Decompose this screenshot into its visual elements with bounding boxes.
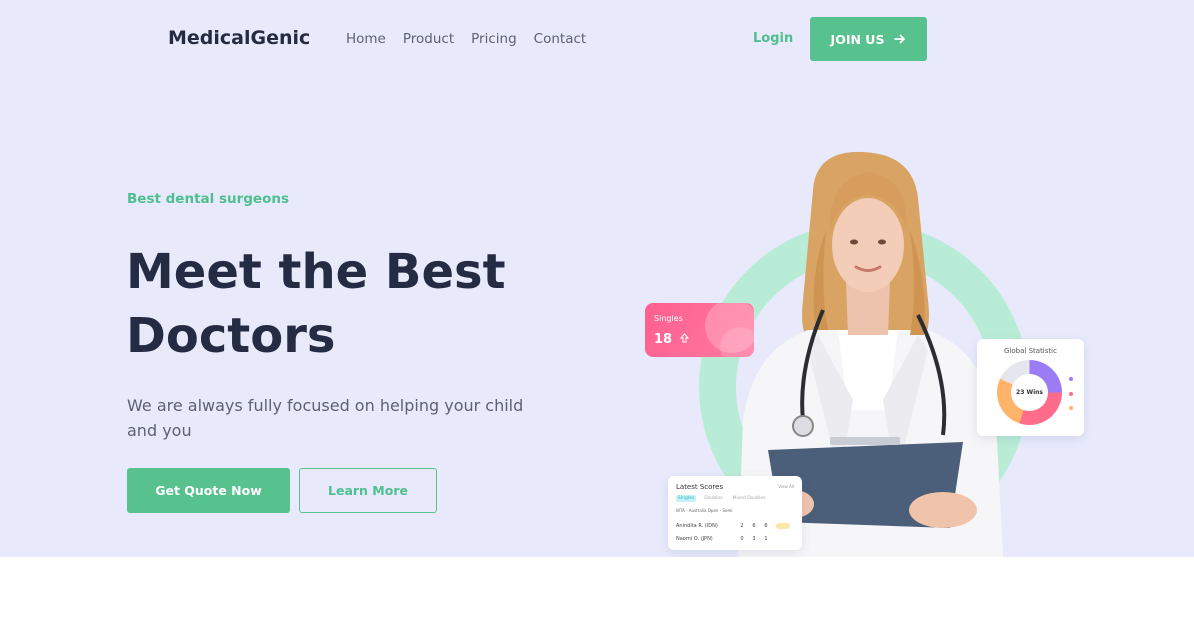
nav-pricing[interactable]: Pricing (471, 31, 517, 47)
set-score: 1 (764, 536, 768, 542)
set-score: 3 (752, 536, 756, 542)
hero-subtext: We are always fully focused on helping y… (127, 396, 524, 440)
tab-singles[interactable]: Singles (676, 495, 697, 502)
legend-dot (1069, 392, 1073, 396)
arrow-right-icon (894, 34, 906, 44)
global-statistic-card: Global Statistic 23 Wins (977, 339, 1084, 436)
legend-dot (1069, 377, 1073, 381)
score-row: Anindita R. (IDN) 2 6 6 (676, 523, 794, 529)
set-score: 6 (752, 523, 756, 529)
singles-card: Singles 18 (645, 303, 754, 357)
latest-scores-title: Latest Scores (676, 483, 724, 491)
join-us-label: JOIN US (830, 31, 885, 47)
get-quote-button[interactable]: Get Quote Now (127, 468, 290, 513)
hero-headline: Meet the Best Doctors (126, 240, 596, 368)
tab-doubles[interactable]: Doubles (702, 495, 724, 502)
score-row: Naomi O. (JPN) 0 3 1 (676, 536, 794, 542)
login-link[interactable]: Login (753, 31, 793, 46)
set-score: 6 (764, 523, 768, 529)
singles-value-row: 18 (654, 332, 689, 347)
singles-label: Singles (654, 314, 683, 323)
wins-value: 23 Wins (1016, 389, 1043, 396)
match-title: WTA - Australia Open - Semi (676, 508, 733, 513)
player-name: Naomi O. (JPN) (676, 536, 713, 542)
main-nav: Home Product Pricing Contact (346, 31, 586, 47)
donut-center: 23 Wins (1011, 374, 1048, 411)
tab-mixed-doubles[interactable]: Mixed Doubles (730, 495, 767, 502)
latest-scores-card: Latest Scores View All Singles Doubles M… (668, 476, 802, 550)
global-statistic-label: Global Statistic (1004, 347, 1057, 355)
brand-logo[interactable]: MedicalGenic (168, 27, 310, 49)
player-name: Anindita R. (IDN) (676, 523, 718, 529)
nav-contact[interactable]: Contact (534, 31, 587, 47)
nav-product[interactable]: Product (403, 31, 454, 47)
headline-line-2: Doctors (126, 308, 336, 364)
set-score: 0 (740, 536, 744, 542)
hero-tagline: Best dental surgeons (127, 191, 289, 207)
scores-tabs: Singles Doubles Mixed Doubles (676, 495, 768, 502)
learn-more-button[interactable]: Learn More (299, 468, 437, 513)
winner-badge (776, 523, 790, 529)
legend-dot (1069, 406, 1073, 410)
singles-value: 18 (654, 332, 673, 347)
arrow-up-icon (679, 333, 689, 343)
view-all-link[interactable]: View All (778, 484, 794, 489)
join-us-button[interactable]: JOIN US (810, 17, 927, 61)
nav-home[interactable]: Home (346, 31, 386, 47)
set-score: 2 (740, 523, 744, 529)
headline-line-1: Meet the Best (126, 244, 506, 300)
hero-section: MedicalGenic Home Product Pricing Contac… (0, 0, 1194, 557)
